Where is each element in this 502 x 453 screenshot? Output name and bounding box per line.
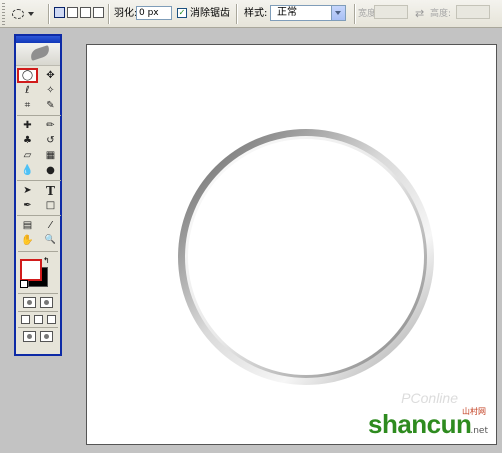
toolbar-grip[interactable] [2, 3, 5, 25]
separator [18, 327, 58, 328]
shancun-watermark: 山村网 shancun .net [360, 406, 490, 440]
crop-tool-icon[interactable]: ⌗ [17, 98, 38, 113]
tools-panel: ◯ ✥ ℓ ✧ ⌗ ✎ ✚ ✏ ♣ ↺ ▱ ▦ 💧 ● ➤ T ✒ □ ▤ ⁄ … [14, 34, 62, 356]
type-tool-icon[interactable]: T [40, 183, 61, 198]
move-tool-icon[interactable]: ✥ [40, 68, 61, 83]
full-screen-menu-mode-button[interactable] [33, 315, 43, 324]
document-canvas[interactable]: PConline 山村网 shancun .net [86, 44, 497, 445]
dodge-tool-icon[interactable]: ● [40, 163, 61, 178]
clone-stamp-tool-icon[interactable]: ♣ [17, 133, 38, 148]
lasso-tool-icon[interactable]: ℓ [17, 83, 38, 98]
separator [17, 180, 61, 181]
separator [18, 311, 58, 312]
zoom-tool-icon[interactable]: 🔍 [40, 233, 61, 248]
standard-screen-mode-button[interactable] [20, 315, 30, 324]
width-input[interactable] [374, 5, 408, 19]
style-select[interactable]: 正常 [270, 5, 346, 21]
separator [17, 215, 61, 216]
watermark-brand: shancun [368, 409, 472, 439]
watermark-tld: .net [470, 426, 488, 436]
jump-to-other-app-button[interactable] [40, 331, 53, 342]
selection-mode-buttons [54, 7, 104, 18]
separator [18, 293, 58, 294]
healing-brush-tool-icon[interactable]: ✚ [17, 118, 38, 133]
elliptical-marquee-tool-icon[interactable]: ◯ [17, 68, 38, 83]
hand-tool-icon[interactable]: ✋ [17, 233, 38, 248]
eraser-tool-icon[interactable]: ▱ [17, 148, 38, 163]
slice-tool-icon[interactable]: ✎ [40, 98, 61, 113]
separator [236, 4, 238, 24]
pconline-watermark: PConline [401, 390, 458, 406]
magic-wand-tool-icon[interactable]: ✧ [40, 83, 61, 98]
subtract-from-selection-button[interactable] [80, 7, 91, 18]
tool-grid: ◯ ✥ ℓ ✧ ⌗ ✎ ✚ ✏ ♣ ↺ ▱ ▦ 💧 ● ➤ T ✒ □ ▤ ⁄ … [16, 66, 61, 248]
style-label: 样式: [244, 8, 268, 19]
jump-to-buttons [16, 331, 60, 342]
standard-mode-button[interactable] [23, 297, 36, 308]
brush-tool-icon[interactable]: ✏ [40, 118, 61, 133]
height-label: 高度: [430, 9, 452, 19]
style-select-value: 正常 [277, 7, 297, 18]
swap-colors-icon[interactable]: ↰ [43, 256, 50, 265]
antialias-checkbox[interactable]: ✓ [177, 8, 187, 18]
foreground-color-swatch[interactable] [20, 259, 42, 281]
gradient-tool-icon[interactable]: ▦ [40, 148, 61, 163]
feather-input[interactable]: 0 px [136, 6, 172, 20]
elliptical-marquee-icon [12, 9, 24, 19]
tool-preset-picker[interactable] [12, 6, 42, 22]
color-swatches: ↰ [16, 255, 60, 291]
antialias-label: 消除锯齿 [190, 8, 230, 19]
options-bar: 羽化: 0 px ✓ 消除锯齿 样式: 正常 宽度: ⇄ 高度: [0, 0, 502, 28]
intersect-selection-button[interactable] [93, 7, 104, 18]
quick-mask-mode-button[interactable] [40, 297, 53, 308]
path-selection-tool-icon[interactable]: ➤ [17, 183, 38, 198]
new-selection-button[interactable] [54, 7, 65, 18]
default-colors-icon[interactable] [20, 280, 28, 288]
feather-logo-icon [28, 45, 52, 61]
chevron-down-icon [28, 12, 34, 16]
jump-to-imageready-button[interactable] [23, 331, 36, 342]
eyedropper-tool-icon[interactable]: ⁄ [40, 218, 61, 233]
tools-panel-titlebar[interactable] [16, 36, 60, 43]
photoshop-logo[interactable] [16, 43, 60, 66]
separator [17, 115, 61, 116]
screen-mode-buttons [16, 315, 60, 324]
height-input[interactable] [456, 5, 490, 19]
full-screen-mode-button[interactable] [46, 315, 56, 324]
separator [18, 251, 58, 252]
history-brush-tool-icon[interactable]: ↺ [40, 133, 61, 148]
rectangle-tool-icon[interactable]: □ [40, 198, 61, 213]
ring-shape [178, 129, 434, 385]
blur-tool-icon[interactable]: 💧 [17, 163, 38, 178]
notes-tool-icon[interactable]: ▤ [17, 218, 38, 233]
pen-tool-icon[interactable]: ✒ [17, 198, 38, 213]
chevron-down-icon[interactable] [331, 6, 345, 20]
separator [108, 4, 110, 24]
separator [354, 4, 356, 24]
add-to-selection-button[interactable] [67, 7, 78, 18]
swap-dimensions-icon[interactable]: ⇄ [415, 7, 424, 20]
separator [48, 4, 50, 24]
ring-inner-fill [188, 139, 424, 375]
quick-mask-buttons [16, 297, 60, 308]
feather-label: 羽化: [114, 8, 138, 19]
